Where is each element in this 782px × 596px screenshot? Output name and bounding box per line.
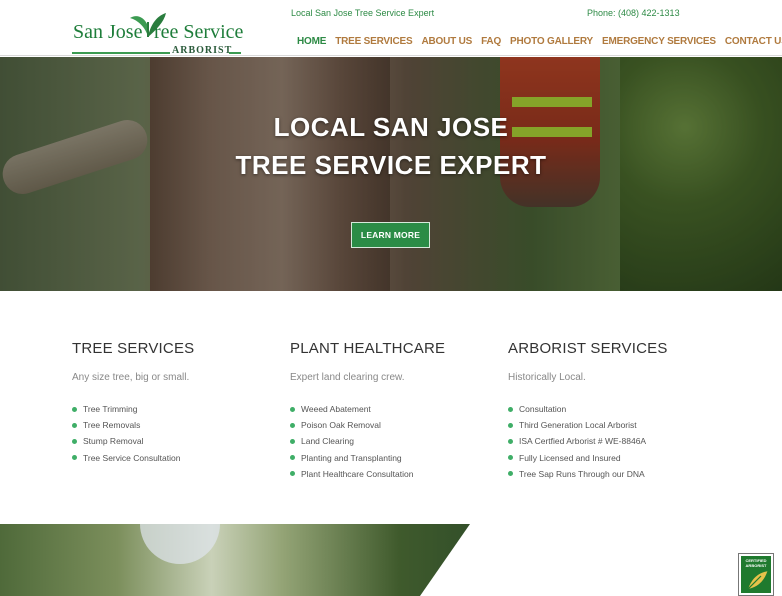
bullet-icon	[72, 406, 77, 412]
nav-about-us[interactable]: ABOUT US	[421, 36, 472, 47]
hero-title-line2: TREE SERVICE EXPERT	[235, 150, 547, 180]
list-item-label: Tree Sap Runs Through our DNA	[519, 468, 645, 479]
nav-tree-services[interactable]: TREE SERVICES	[335, 36, 412, 47]
bullet-icon	[290, 471, 295, 477]
list-item-label: Planting and Transplanting	[301, 452, 402, 463]
list-item[interactable]: Tree Removals	[72, 417, 272, 433]
bullet-icon	[72, 438, 77, 444]
list-item-label: Stump Removal	[83, 436, 144, 447]
bullet-icon	[72, 455, 77, 461]
list-item[interactable]: Tree Service Consultation	[72, 450, 272, 466]
list-item-label: Consultation	[519, 404, 567, 415]
logo-underline-right	[229, 52, 241, 54]
list-item[interactable]: Land Clearing	[290, 433, 490, 449]
list-item-label: Third Generation Local Arborist	[519, 420, 637, 431]
badge-inner: CERTIFIED ARBORIST	[741, 556, 771, 593]
list-item[interactable]: Tree Sap Runs Through our DNA	[508, 466, 708, 482]
list-item[interactable]: ISA Certfied Arborist # WE-8846A	[508, 433, 708, 449]
list-item-label: Weeed Abatement	[301, 404, 371, 415]
nav-photo-gallery[interactable]: PHOTO GALLERY	[510, 36, 593, 47]
logo-word-arborist: ARBORIST	[172, 45, 233, 56]
bullet-icon	[72, 422, 77, 428]
site-header: San Jose ree Service ARBORIST Local San …	[0, 0, 782, 56]
bullet-icon	[508, 455, 513, 461]
column-subtitle: Historically Local.	[508, 372, 586, 383]
logo-underline-left	[72, 52, 170, 54]
list-item[interactable]: Poison Oak Removal	[290, 417, 490, 433]
bottom-photo-section	[0, 524, 782, 596]
header-tagline: Local San Jose Tree Service Expert	[291, 8, 435, 18]
column-title: TREE SERVICES	[72, 340, 195, 357]
service-list: Tree Trimming Tree Removals Stump Remova…	[72, 401, 272, 466]
leaf-icon	[747, 571, 768, 590]
list-item[interactable]: Tree Trimming	[72, 401, 272, 417]
service-column-tree: TREE SERVICES Any size tree, big or smal…	[72, 340, 272, 466]
hero-title-line1: LOCAL SAN JOSE	[273, 112, 509, 142]
list-item[interactable]: Third Generation Local Arborist	[508, 417, 708, 433]
learn-more-button[interactable]: LEARN MORE	[351, 222, 430, 248]
bullet-icon	[290, 455, 295, 461]
badge-text: CERTIFIED ARBORIST	[745, 558, 767, 568]
list-item-label: Fully Licensed and Insured	[519, 452, 621, 463]
bottom-photo-trees	[0, 524, 470, 596]
list-item-label: Tree Trimming	[83, 404, 138, 415]
bullet-icon	[290, 438, 295, 444]
bullet-icon	[508, 406, 513, 412]
list-item[interactable]: Planting and Transplanting	[290, 450, 490, 466]
service-column-arborist: ARBORIST SERVICES Historically Local. Co…	[508, 340, 708, 482]
list-item-label: Land Clearing	[301, 436, 354, 447]
column-title: ARBORIST SERVICES	[508, 340, 668, 357]
header-phone[interactable]: Phone: (408) 422-1313	[587, 8, 680, 18]
list-item-label: Poison Oak Removal	[301, 420, 381, 431]
nav-contact-us[interactable]: CONTACT US	[725, 36, 782, 47]
bullet-icon	[508, 471, 513, 477]
list-item[interactable]: Fully Licensed and Insured	[508, 450, 708, 466]
service-column-plant: PLANT HEALTHCARE Expert land clearing cr…	[290, 340, 490, 482]
list-item[interactable]: Weeed Abatement	[290, 401, 490, 417]
bullet-icon	[290, 422, 295, 428]
column-subtitle: Expert land clearing crew.	[290, 372, 405, 383]
bullet-icon	[290, 406, 295, 412]
bullet-icon	[508, 438, 513, 444]
list-item-label: Tree Service Consultation	[83, 452, 181, 463]
column-subtitle: Any size tree, big or small.	[72, 372, 190, 383]
nav-emergency-services[interactable]: EMERGENCY SERVICES	[602, 36, 716, 47]
logo-word-tree-service: ree Service	[154, 21, 244, 43]
list-item-label: Tree Removals	[83, 420, 141, 431]
column-title: PLANT HEALTHCARE	[290, 340, 446, 357]
list-item[interactable]: Consultation	[508, 401, 708, 417]
main-nav: HOME TREE SERVICES ABOUT US FAQ PHOTO GA…	[297, 36, 782, 47]
list-item-label: Plant Healthcare Consultation	[301, 468, 414, 479]
service-list: Weeed Abatement Poison Oak Removal Land …	[290, 401, 490, 482]
hero-banner: LOCAL SAN JOSE TREE SERVICE EXPERT LEARN…	[0, 57, 782, 291]
nav-home[interactable]: HOME	[297, 36, 326, 47]
list-item[interactable]: Plant Healthcare Consultation	[290, 466, 490, 482]
service-list: Consultation Third Generation Local Arbo…	[508, 401, 708, 482]
list-item-label: ISA Certfied Arborist # WE-8846A	[519, 436, 647, 447]
list-item[interactable]: Stump Removal	[72, 433, 272, 449]
nav-faq[interactable]: FAQ	[481, 36, 501, 47]
site-logo[interactable]: San Jose ree Service ARBORIST	[72, 10, 244, 56]
certified-arborist-badge[interactable]: CERTIFIED ARBORIST	[738, 553, 774, 596]
bullet-icon	[508, 422, 513, 428]
